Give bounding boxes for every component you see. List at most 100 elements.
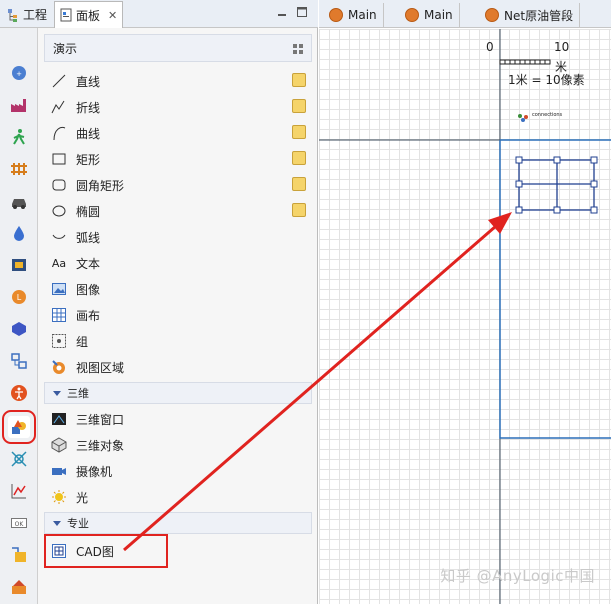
palette-icon — [60, 8, 72, 22]
scale-ratio-label: 1米 = 10像素 — [508, 73, 585, 87]
palette-view: 工程 面板 ✕ + L OK 演示 直线 折线 曲线 矩形 圆角矩形 椭圆 弧线… — [0, 0, 318, 604]
editor-tab-bar: Main Main Net原油管段 — [319, 0, 611, 28]
category-space-markup-icon[interactable] — [8, 448, 30, 470]
tab-project[interactable]: 工程 — [2, 2, 52, 27]
palette-item-rectangle[interactable]: 矩形 — [50, 148, 308, 170]
palette-item-curve[interactable]: 曲线 — [50, 122, 308, 144]
palette-item-3d-window[interactable]: 三维窗口 — [50, 408, 308, 430]
svg-text:OK: OK — [15, 521, 25, 528]
palette-item-rounded-rectangle[interactable]: 圆角矩形 — [50, 174, 308, 196]
palette-item-group[interactable]: 组 — [50, 330, 308, 352]
item-label: 图像 — [76, 282, 101, 297]
category-presentation-icon[interactable] — [2, 410, 36, 444]
category-road-icon[interactable] — [8, 190, 30, 212]
item-label: 椭圆 — [76, 204, 101, 219]
palette-item-text[interactable]: Aa 文本 — [50, 252, 308, 274]
oval-icon — [50, 202, 68, 220]
editor-tab-main-2[interactable]: Main — [399, 3, 460, 27]
agent-type-icon — [485, 8, 499, 22]
section-title: 演示 — [53, 41, 78, 56]
arc-icon — [50, 228, 68, 246]
palette-item-3d-object[interactable]: 三维对象 — [50, 434, 308, 456]
pencil-icon[interactable] — [292, 125, 306, 139]
item-label: 画布 — [76, 308, 101, 323]
item-label: 摄像机 — [76, 464, 113, 479]
category-connectivity-icon[interactable] — [8, 350, 30, 372]
category-controls-icon[interactable]: OK — [8, 512, 30, 534]
category-agent-icon[interactable]: L — [8, 286, 30, 308]
item-label: 圆角矩形 — [76, 178, 125, 193]
agent-type-icon — [405, 8, 419, 22]
section-header-3d[interactable]: 三维 — [44, 382, 312, 404]
cad-icon — [50, 542, 68, 560]
category-pedestrian-icon[interactable] — [8, 126, 30, 148]
rectangle-icon — [50, 150, 68, 168]
category-factory-icon[interactable] — [8, 94, 30, 116]
palette-item-oval[interactable]: 椭圆 — [50, 200, 308, 222]
editor-tab-main-1[interactable]: Main — [323, 3, 384, 27]
palette-item-cad-drawing[interactable]: CAD图 — [44, 534, 168, 568]
category-accessibility-icon[interactable] — [8, 382, 30, 404]
palette-item-view-area[interactable]: 视图区域 — [50, 356, 308, 378]
editor-canvas[interactable]: 0 10 米 1米 = 10像素 connections 知乎 @AnyLogi… — [319, 29, 611, 604]
category-pictures-icon[interactable] — [8, 576, 30, 598]
tab-palette-label: 面板 — [76, 8, 101, 23]
category-system-dynamics-icon[interactable] — [8, 318, 30, 340]
palette-item-camera[interactable]: 摄像机 — [50, 460, 308, 482]
pencil-icon[interactable] — [292, 151, 306, 165]
category-fluid-icon[interactable] — [8, 222, 30, 244]
grid-view-icon[interactable] — [293, 44, 303, 54]
section-title: 三维 — [67, 387, 89, 400]
view-area-icon — [50, 358, 68, 376]
pencil-icon[interactable] — [292, 73, 306, 87]
category-analysis-icon[interactable] — [8, 480, 30, 502]
editor-tab-label: Main — [424, 8, 453, 22]
palette-item-arc[interactable]: 弧线 — [50, 226, 308, 248]
category-actions-icon[interactable] — [8, 544, 30, 566]
palette-item-canvas[interactable]: 画布 — [50, 304, 308, 326]
palette-category-bar: + L OK — [0, 28, 38, 604]
editor-tab-net-pipeline[interactable]: Net原油管段 — [479, 3, 581, 27]
3d-object-icon — [50, 436, 68, 454]
agent-type-icon — [329, 8, 343, 22]
minimize-icon[interactable] — [276, 6, 288, 18]
category-rail-icon[interactable] — [8, 158, 30, 180]
project-tree-icon — [8, 8, 17, 22]
svg-text:L: L — [17, 293, 22, 302]
item-label: 直线 — [76, 74, 101, 89]
3d-window-icon — [50, 410, 68, 428]
polyline-icon — [50, 98, 68, 116]
watermark: 知乎 @AnyLogic中国 — [440, 567, 595, 585]
pencil-icon[interactable] — [292, 177, 306, 191]
tab-palette[interactable]: 面板 ✕ — [54, 1, 124, 28]
rounded-rectangle-icon — [50, 176, 68, 194]
collapse-icon — [53, 520, 61, 526]
category-process-icon[interactable]: + — [8, 62, 30, 84]
maximize-icon[interactable] — [296, 6, 308, 18]
palette-item-image[interactable]: 图像 — [50, 278, 308, 300]
section-header-pro[interactable]: 专业 — [44, 512, 312, 534]
group-icon — [50, 332, 68, 350]
line-icon — [50, 72, 68, 90]
scale-ten-label: 10 — [554, 40, 570, 54]
tab-project-label: 工程 — [23, 8, 48, 22]
section-header-presentation[interactable]: 演示 — [44, 34, 312, 62]
close-icon[interactable]: ✕ — [108, 9, 117, 22]
category-material-icon[interactable] — [8, 254, 30, 276]
connections-icon — [518, 114, 522, 118]
item-label: 折线 — [76, 100, 101, 115]
palette-item-light[interactable]: 光 — [50, 486, 308, 508]
item-label: 组 — [76, 334, 89, 349]
palette-item-polyline[interactable]: 折线 — [50, 96, 308, 118]
text-icon: Aa — [51, 256, 67, 270]
pencil-icon[interactable] — [292, 203, 306, 217]
palette-item-line[interactable]: 直线 — [50, 70, 308, 92]
canvas-overlay — [319, 29, 611, 604]
section-title: 专业 — [67, 517, 89, 530]
graphical-editor: Main Main Net原油管段 0 10 米 1米 = 10像素 conne… — [319, 0, 611, 604]
svg-text:+: + — [16, 70, 22, 78]
pencil-icon[interactable] — [292, 99, 306, 113]
item-label: 矩形 — [76, 152, 101, 167]
light-icon — [50, 488, 68, 506]
connections-label[interactable]: connections — [532, 112, 562, 118]
